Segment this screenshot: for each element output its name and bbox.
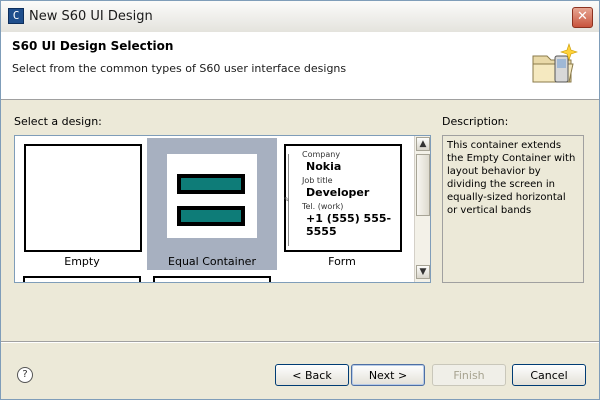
tile-partial[interactable] [153, 276, 271, 282]
band-bottom [177, 206, 245, 226]
tile-caption: Empty [64, 255, 100, 268]
folder-phone-icon [532, 43, 578, 83]
title-bar[interactable]: C New S60 UI Design ✕ [1, 1, 599, 33]
form-field-label: Tel. (work) [302, 202, 344, 211]
form-field-value: Developer [306, 186, 370, 199]
app-icon: C [8, 8, 24, 24]
scroll-thumb[interactable] [416, 154, 430, 216]
scroll-up-button[interactable]: ▲ [416, 137, 430, 151]
description-label: Description: [442, 115, 509, 128]
band-top [177, 174, 245, 194]
close-button[interactable]: ✕ [572, 7, 593, 28]
form-thumbnail: ✎ Company Nokia Job title Developer Tel.… [284, 144, 402, 252]
gallery-scrollbar[interactable]: ▲ ▼ [414, 136, 430, 282]
page-title: S60 UI Design Selection [12, 39, 174, 53]
help-icon[interactable]: ? [17, 367, 33, 383]
equal-container-thumbnail [167, 154, 257, 238]
wizard-header: S60 UI Design Selection Select from the … [1, 32, 599, 100]
form-field-label: Company [302, 150, 341, 159]
tile-empty[interactable]: Empty [17, 138, 147, 270]
tile-equal-container[interactable]: Equal Container [147, 138, 277, 270]
tile-form[interactable]: ✎ Company Nokia Job title Developer Tel.… [277, 138, 407, 270]
scroll-down-button[interactable]: ▼ [416, 265, 430, 279]
select-design-label: Select a design: [14, 115, 102, 128]
page-description: Select from the common types of S60 user… [12, 62, 347, 75]
tile-caption: Equal Container [168, 255, 256, 268]
window-title: New S60 UI Design [29, 9, 153, 24]
form-field-label: Job title [302, 176, 333, 185]
description-box: This container extends the Empty Contain… [442, 135, 584, 283]
pencil-icon: ✎ [284, 196, 290, 204]
empty-thumbnail [24, 144, 142, 252]
form-field-value: +1 (555) 555-5555 [306, 212, 392, 238]
cancel-button[interactable]: Cancel [512, 364, 586, 386]
dialog-window: C New S60 UI Design ✕ S60 UI Design Sele… [0, 0, 600, 400]
tile-partial[interactable] [23, 276, 141, 282]
form-field-value: Nokia [306, 160, 342, 173]
design-gallery[interactable]: Empty Equal Container ✎ Company Nokia Jo… [14, 135, 431, 283]
next-button[interactable]: Next > [351, 364, 425, 386]
tile-caption: Form [328, 255, 356, 268]
back-button[interactable]: < Back [275, 364, 349, 386]
finish-button[interactable]: Finish [432, 364, 506, 386]
footer-separator [1, 341, 599, 343]
